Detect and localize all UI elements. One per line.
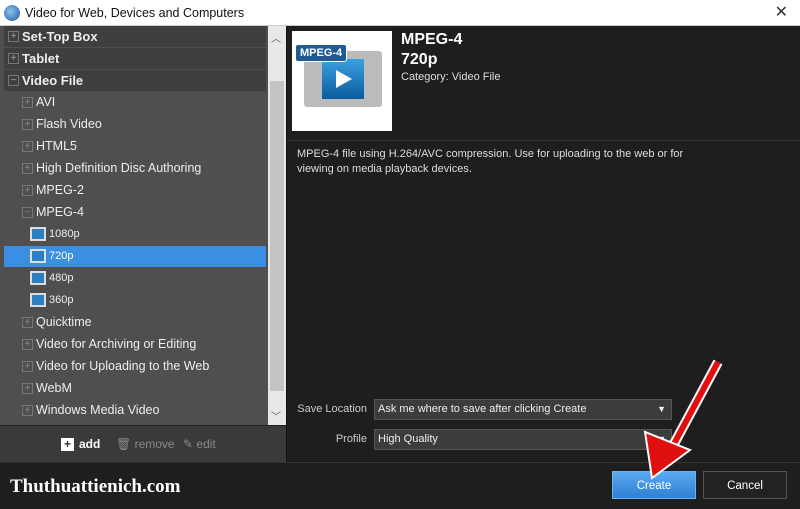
format-icon: MPEG-4 — [292, 31, 392, 131]
preset-description: MPEG-4 file using H.264/AVC compression.… — [297, 148, 684, 175]
preset-name: 720p — [401, 51, 438, 68]
tree-item-label: High Definition Disc Authoring — [36, 161, 202, 175]
edit-button[interactable]: ✎ edit — [183, 437, 216, 451]
tree-item[interactable]: + Windows Media Video — [4, 400, 266, 421]
expand-icon[interactable]: + — [22, 185, 33, 196]
preset-details: MPEG-4 MPEG-4 720p Category: Video File … — [286, 26, 800, 462]
tree-item[interactable]: 480p — [4, 268, 266, 289]
tree-item-label: Video for Archiving or Editing — [36, 337, 197, 351]
tree-scrollbar[interactable]: ︿ ﹀ — [268, 26, 286, 425]
app-icon — [4, 5, 20, 21]
preset-toolbar: + add 🗑 remove ✎ edit — [0, 425, 286, 462]
expand-icon[interactable]: + — [22, 141, 33, 152]
tree-item-label: MPEG-4 — [36, 205, 84, 219]
create-button[interactable]: Create — [612, 471, 696, 499]
remove-label: remove — [134, 437, 175, 451]
tree-item[interactable]: + Flash Video — [4, 114, 266, 135]
cancel-button[interactable]: Cancel — [703, 471, 787, 499]
tree-item[interactable]: + Tablet — [4, 48, 266, 69]
tree-item-label: Flash Video — [36, 117, 102, 131]
tree-item[interactable]: − MPEG-4 — [4, 202, 266, 223]
video-thumbnail-icon — [30, 249, 46, 263]
tree-item-label: 1080p — [49, 228, 80, 240]
divider — [287, 140, 800, 141]
tree-item-label: Tablet — [22, 51, 60, 66]
tree-item[interactable]: + High Definition Disc Authoring — [4, 158, 266, 179]
watermark: Thuthuattienich.com — [10, 476, 181, 497]
video-thumbnail-icon — [30, 293, 46, 307]
dialog-footer: Thuthuattienich.com Create Cancel — [0, 462, 800, 509]
expand-icon[interactable]: + — [22, 317, 33, 328]
expand-icon[interactable]: + — [22, 361, 33, 372]
scroll-up-icon[interactable]: ︿ — [271, 30, 281, 45]
trash-icon: 🗑 — [116, 437, 132, 451]
save-location-label: Save Location — [297, 403, 367, 415]
tree-item[interactable]: − Video File — [4, 70, 266, 91]
title-bar: Video for Web, Devices and Computers ✕ — [0, 0, 800, 26]
tree-item-label: 360p — [49, 294, 74, 306]
expand-icon[interactable]: + — [22, 383, 33, 394]
tree-item-label: Video File — [22, 73, 84, 88]
tree-item-label: Video for Uploading to the Web — [36, 359, 210, 373]
profile-value: High Quality — [378, 433, 438, 445]
tree-item[interactable]: + WebM — [4, 378, 266, 399]
preset-tree: + Set-Top Box + Tablet − Video File + AVI + Flash… — [0, 26, 268, 425]
tree-item[interactable]: 360p — [4, 290, 266, 311]
tree-item[interactable]: + Video for Uploading to the Web — [4, 356, 266, 377]
expand-icon[interactable]: + — [8, 31, 19, 42]
expand-icon[interactable]: + — [8, 53, 19, 64]
remove-button[interactable]: 🗑 remove — [116, 437, 175, 451]
tree-item[interactable]: + MPEG-2 — [4, 180, 266, 201]
tree-item-label: MPEG-2 — [36, 183, 84, 197]
chevron-down-icon: ▼ — [657, 404, 666, 414]
video-thumbnail-icon — [30, 227, 46, 241]
tree-item-label: AVI — [36, 95, 56, 109]
video-thumbnail-icon — [30, 271, 46, 285]
preset-panel: + Set-Top Box + Tablet − Video File + AVI + Flash… — [0, 26, 286, 462]
add-label: add — [79, 437, 101, 451]
expand-icon[interactable]: + — [22, 119, 33, 130]
collapse-icon[interactable]: − — [22, 207, 33, 218]
tree-item-label: 720p — [49, 250, 74, 262]
tree-item-label: Set-Top Box — [22, 29, 98, 44]
plus-icon: + — [61, 438, 74, 451]
tree-item-label: HTML5 — [36, 139, 77, 153]
save-location-select[interactable]: Ask me where to save after clicking Crea… — [374, 399, 672, 420]
expand-icon[interactable]: + — [22, 405, 33, 416]
tree-item[interactable]: + Set-Top Box — [4, 26, 266, 47]
collapse-icon[interactable]: − — [8, 75, 19, 86]
save-location-value: Ask me where to save after clicking Crea… — [378, 403, 587, 415]
tree-item-label: WebM — [36, 381, 72, 395]
pencil-icon: ✎ — [183, 437, 194, 451]
tree-item[interactable]: + Quicktime — [4, 312, 266, 333]
profile-label: Profile — [335, 433, 367, 445]
close-icon[interactable]: ✕ — [775, 2, 788, 22]
tree-item-label: 480p — [49, 272, 74, 284]
tree-item[interactable]: 1080p — [4, 224, 266, 245]
tree-item[interactable]: 720p — [4, 246, 266, 267]
chevron-down-icon: ▼ — [657, 434, 666, 444]
format-title: MPEG-4 — [401, 31, 463, 48]
tree-item-label: Quicktime — [36, 315, 92, 329]
expand-icon[interactable]: + — [22, 97, 33, 108]
window-title: Video for Web, Devices and Computers — [25, 6, 245, 20]
profile-select[interactable]: High Quality ▼ — [374, 429, 672, 450]
preset-category: Category: Video File — [401, 71, 501, 83]
tree-item-label: Windows Media Video — [36, 403, 160, 417]
expand-icon[interactable]: + — [22, 339, 33, 350]
tree-item[interactable]: + HTML5 — [4, 136, 266, 157]
tree-item[interactable]: + Video for Archiving or Editing — [4, 334, 266, 355]
tree-item[interactable]: + AVI — [4, 92, 266, 113]
scroll-down-icon[interactable]: ﹀ — [271, 408, 281, 423]
expand-icon[interactable]: + — [22, 163, 33, 174]
add-button[interactable]: + add — [61, 437, 100, 451]
scroll-thumb[interactable] — [270, 81, 284, 391]
format-badge: MPEG-4 — [295, 44, 348, 62]
play-icon — [336, 70, 352, 88]
edit-label: edit — [196, 437, 216, 451]
